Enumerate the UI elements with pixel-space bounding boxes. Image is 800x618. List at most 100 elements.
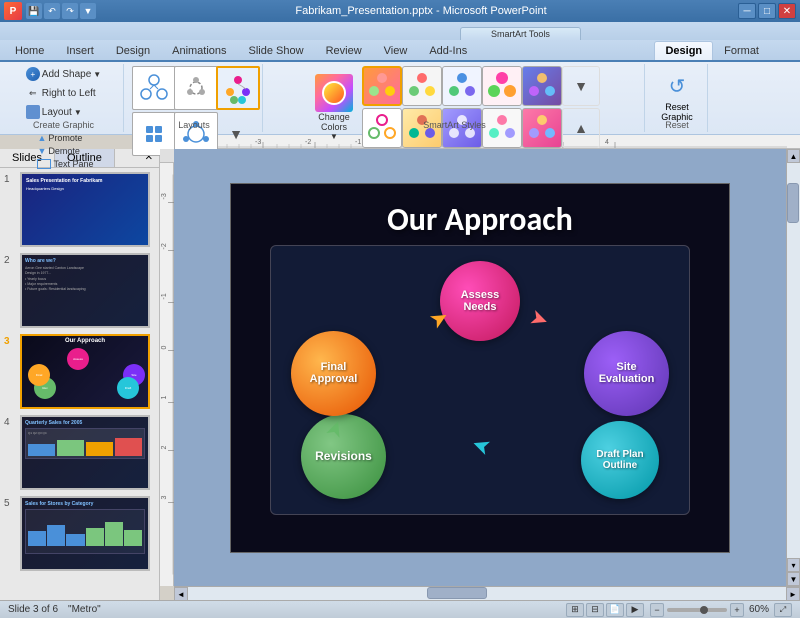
change-colors-button[interactable]: Change Colors ▼	[309, 72, 359, 143]
app-icon: P	[4, 2, 22, 20]
tab-addins[interactable]: Add-Ins	[418, 41, 478, 60]
zoom-out-button[interactable]: −	[650, 603, 664, 617]
slide-thumb-2[interactable]: 2 Who are we? Aeron Gee started Canton L…	[4, 253, 155, 328]
canvas-container: -3 -2 -1 0 1 2 3	[160, 149, 800, 600]
theme-info: "Metro"	[68, 604, 101, 615]
draft-plan-circle[interactable]: Draft PlanOutline	[581, 421, 659, 499]
demote-button[interactable]: ▼ Demote	[33, 145, 97, 157]
ribbon: SmartArt Tools Home Insert Design Animat…	[0, 22, 800, 135]
slide-list: 1 Sales Presentation for Fabrikam Headqu…	[0, 168, 159, 600]
right-to-left-button[interactable]: ⇐ Right to Left	[22, 85, 100, 101]
demote-icon: ▼	[37, 146, 46, 156]
arrow-draft-revisions: ➤	[468, 430, 494, 461]
customize-button[interactable]: ▼	[80, 3, 96, 19]
add-shape-icon: +	[26, 67, 40, 81]
promote-button[interactable]: ▲ Promote	[33, 132, 97, 144]
vertical-ruler: -3 -2 -1 0 1 2 3	[160, 149, 174, 586]
layout-item-3[interactable]	[216, 66, 260, 110]
layouts-group: ▼ Layouts	[126, 64, 263, 132]
assess-needs-circle[interactable]: AssessNeeds	[440, 261, 520, 341]
undo-button[interactable]: ↶	[44, 3, 60, 19]
rtl-icon: ⇐	[26, 86, 40, 100]
final-approval-circle[interactable]: FinalApproval	[291, 331, 376, 416]
tab-insert[interactable]: Insert	[55, 41, 105, 60]
style-item-3[interactable]	[442, 66, 482, 106]
style-item-1[interactable]	[362, 66, 402, 106]
scroll-down-button[interactable]: ▾	[787, 558, 800, 572]
site-evaluation-circle[interactable]: SiteEvaluation	[584, 331, 669, 416]
diagram-container: AssessNeeds ➤ SiteEvaluation ➤ Draft Pla	[270, 245, 690, 515]
reset-graphic-button[interactable]: ↺ Reset Graphic	[653, 66, 701, 126]
style-item-6[interactable]	[362, 108, 402, 148]
svg-text:-1: -1	[161, 293, 168, 299]
scroll-up-button[interactable]: ▲	[787, 149, 800, 163]
style-item-2[interactable]	[402, 66, 442, 106]
layout-item-1[interactable]	[132, 66, 176, 110]
svg-text:4: 4	[605, 139, 609, 146]
scrollbar-track	[787, 163, 800, 558]
slide-thumb-5[interactable]: 5 Sales for Stores by Category	[4, 496, 155, 571]
style-item-10[interactable]	[522, 108, 562, 148]
text-pane-icon	[37, 159, 51, 169]
promote-icon: ▲	[37, 133, 46, 143]
scroll-step-down[interactable]: ▼	[787, 572, 800, 586]
vertical-scrollbar[interactable]: ▲ ▾ ▼	[786, 149, 800, 586]
slide-thumb-1[interactable]: 1 Sales Presentation for Fabrikam Headqu…	[4, 172, 155, 247]
tab-review[interactable]: Review	[315, 41, 373, 60]
reading-view-button[interactable]: 📄	[606, 603, 624, 617]
h-scrollbar-track	[188, 587, 786, 600]
slide-sorter-button[interactable]: ⊟	[586, 603, 604, 617]
tab-view[interactable]: View	[373, 41, 419, 60]
style-item-9[interactable]	[482, 108, 522, 148]
h-scrollbar-thumb[interactable]	[427, 587, 487, 599]
fit-window-button[interactable]: ⤢	[774, 603, 792, 617]
change-colors-icon	[315, 74, 353, 112]
create-graphic-group: + Add Shape ▼ ⇐ Right to Left Layout	[4, 64, 124, 132]
style-scroll[interactable]: ▼	[562, 66, 600, 106]
style-item-4[interactable]	[482, 66, 522, 106]
zoom-thumb[interactable]	[700, 606, 708, 614]
smartart-tools-label: SmartArt Tools	[460, 27, 581, 40]
ribbon-content: + Add Shape ▼ ⇐ Right to Left Layout	[0, 62, 800, 134]
tab-animations[interactable]: Animations	[161, 41, 237, 60]
tab-slideshow[interactable]: Slide Show	[238, 41, 315, 60]
add-shape-button[interactable]: + Add Shape ▼	[22, 66, 105, 82]
reset-group: ↺ Reset Graphic Reset	[647, 64, 708, 132]
redo-button[interactable]: ↷	[62, 3, 78, 19]
style-scroll-2[interactable]: ▲	[562, 108, 600, 148]
main-area: Slides Outline ✕ 1 Sales Presentation fo…	[0, 149, 800, 600]
slideshow-button[interactable]: ▶	[626, 603, 644, 617]
slide-thumb-3[interactable]: 3 Our Approach Assess Site Draft Rev Fin…	[4, 334, 155, 409]
slides-panel: Slides Outline ✕ 1 Sales Presentation fo…	[0, 149, 160, 600]
minimize-button[interactable]: ─	[738, 3, 756, 19]
tab-design[interactable]: Design	[105, 41, 161, 60]
svg-text:3: 3	[161, 496, 168, 500]
status-bar: Slide 3 of 6 "Metro" ⊞ ⊟ 📄 ▶ − + 60% ⤢	[0, 600, 800, 618]
svg-text:0: 0	[161, 346, 168, 350]
svg-text:-2: -2	[161, 243, 168, 249]
svg-text:2: 2	[161, 446, 168, 450]
horizontal-scrollbar[interactable]: ◄ ►	[174, 586, 800, 600]
canvas-area: -3 -2 -1 0 1 2 3	[160, 149, 786, 586]
slide-title: Our Approach	[231, 184, 729, 245]
layout-item-2[interactable]	[174, 66, 218, 110]
reset-icon: ↺	[661, 70, 693, 102]
maximize-button[interactable]: □	[758, 3, 776, 19]
layout-button[interactable]: Layout ▼	[22, 104, 86, 120]
close-button[interactable]: ✕	[778, 3, 796, 19]
svg-text:-3: -3	[161, 193, 168, 199]
zoom-slider[interactable]	[667, 608, 727, 612]
zoom-level[interactable]: 60%	[747, 604, 771, 615]
text-pane-button[interactable]: Text Pane	[33, 158, 97, 170]
slide-thumb-4[interactable]: 4 Quarterly Sales for 2005 Q1 Q2 Q3 Q4	[4, 415, 155, 490]
zoom-in-button[interactable]: +	[730, 603, 744, 617]
normal-view-button[interactable]: ⊞	[566, 603, 584, 617]
canvas-row: -3 -2 -1 0 1 2 3	[160, 149, 800, 586]
scrollbar-thumb[interactable]	[787, 183, 799, 223]
style-item-5[interactable]	[522, 66, 562, 106]
save-button[interactable]: 💾	[26, 3, 42, 19]
title-bar: P 💾 ↶ ↷ ▼ Fabrikam_Presentation.pptx - M…	[0, 0, 800, 22]
tab-smartart-design[interactable]: Design	[654, 41, 713, 60]
tab-smartart-format[interactable]: Format	[713, 41, 770, 60]
tab-home[interactable]: Home	[4, 41, 55, 60]
